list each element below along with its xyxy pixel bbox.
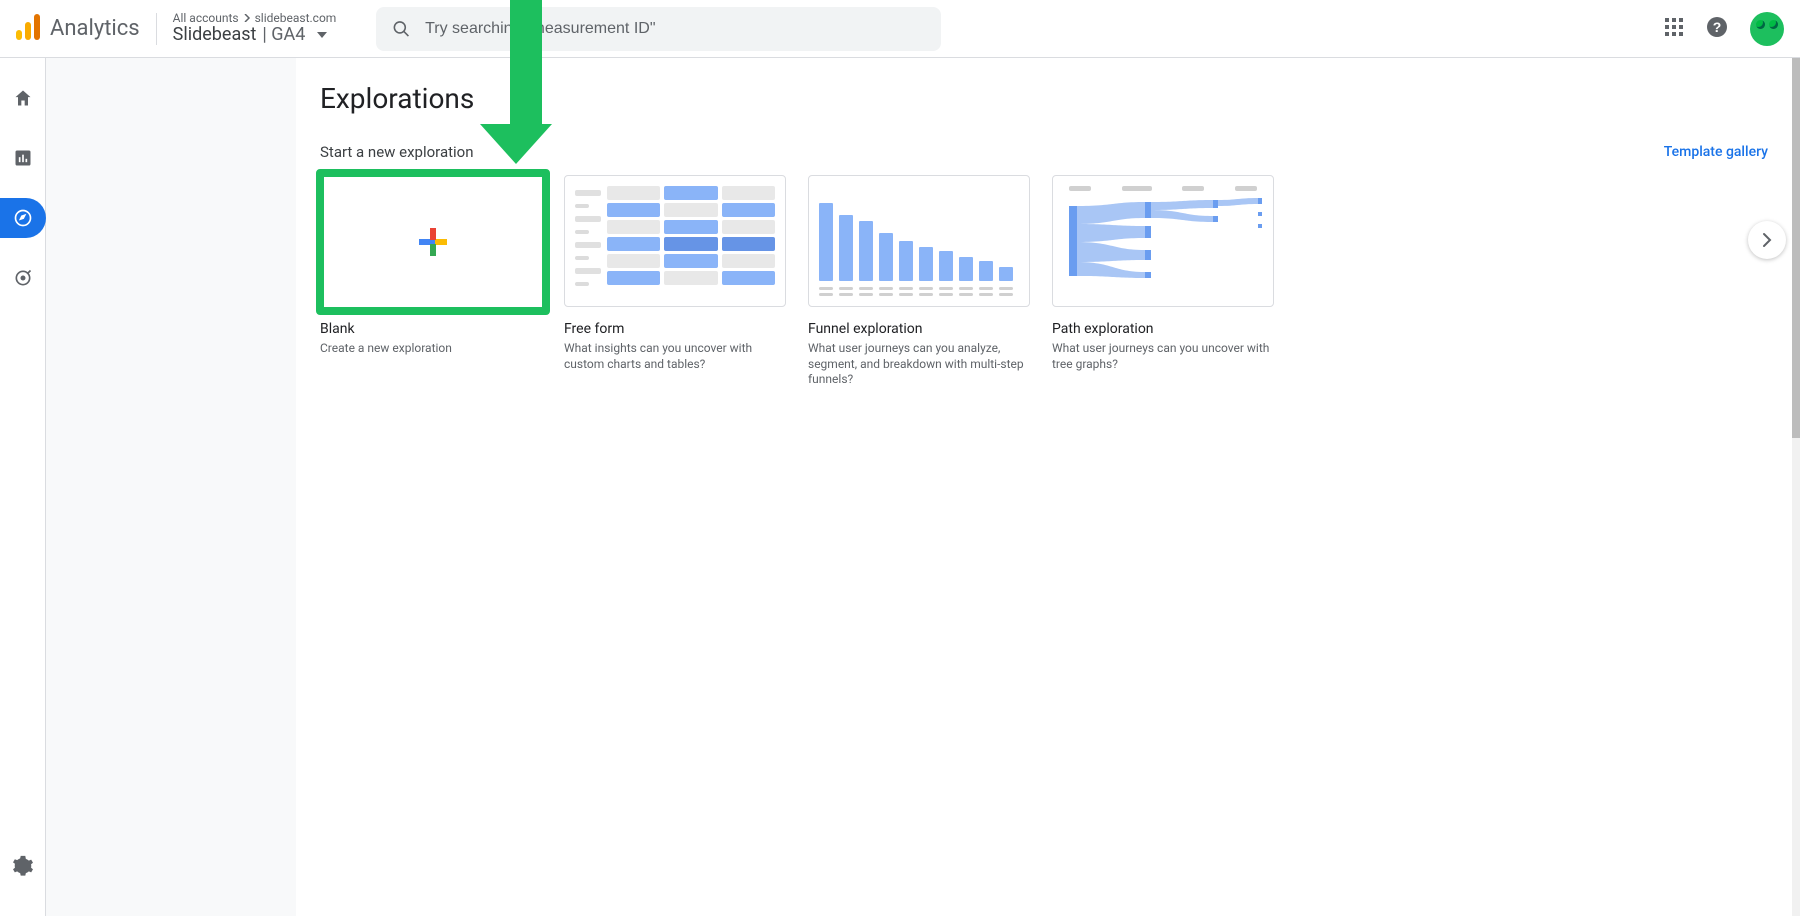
svg-text:?: ?: [1713, 19, 1722, 35]
app-title: Analytics: [50, 16, 140, 41]
header-actions: ?: [1664, 12, 1784, 46]
chevron-right-icon: [243, 14, 251, 22]
section-label: Start a new exploration: [320, 143, 474, 161]
template-desc: What user journeys can you uncover with …: [1052, 341, 1274, 372]
template-title: Blank: [320, 321, 542, 337]
template-thumb-funnel: [808, 175, 1030, 307]
left-nav-rail: [0, 58, 46, 916]
chevron-right-icon: [1759, 232, 1775, 248]
nav-advertising[interactable]: [0, 258, 46, 298]
search-bar[interactable]: [376, 7, 941, 51]
template-title: Free form: [564, 321, 786, 337]
nav-reports[interactable]: [0, 138, 46, 178]
breadcrumb-root: All accounts: [173, 12, 239, 24]
apps-icon[interactable]: [1664, 17, 1684, 41]
template-title: Path exploration: [1052, 321, 1274, 337]
app-header: Analytics All accounts slidebeast.com Sl…: [0, 0, 1800, 58]
template-thumb-blank: [316, 169, 550, 315]
main-area: Explorations Start a new exploration Tem…: [46, 58, 1800, 916]
breadcrumb-leaf: slidebeast.com: [255, 12, 337, 24]
template-card-funnel[interactable]: Funnel exploration What user journeys ca…: [808, 175, 1030, 388]
search-icon: [392, 19, 411, 39]
template-title: Funnel exploration: [808, 321, 1030, 337]
analytics-logo-icon: [16, 14, 40, 44]
template-card-blank[interactable]: Blank Create a new exploration: [320, 175, 542, 357]
search-input[interactable]: [425, 20, 925, 38]
property-name: Slidebeast: [173, 24, 257, 45]
explorations-panel: Explorations Start a new exploration Tem…: [296, 58, 1792, 916]
nav-home[interactable]: [0, 78, 46, 118]
template-gallery-link[interactable]: Template gallery: [1664, 144, 1768, 160]
template-desc: What user journeys can you analyze, segm…: [808, 341, 1030, 388]
app-logo-wrap[interactable]: Analytics: [16, 13, 157, 45]
nav-explore[interactable]: [0, 198, 46, 238]
template-thumb-path: [1052, 175, 1274, 307]
property-switcher[interactable]: All accounts slidebeast.com Slidebeast |…: [173, 12, 337, 45]
breadcrumb: All accounts slidebeast.com: [173, 12, 337, 24]
template-card-path[interactable]: Path exploration What user journeys can …: [1052, 175, 1274, 372]
nav-admin[interactable]: [0, 846, 46, 886]
carousel-next-button[interactable]: [1748, 221, 1786, 259]
scrollbar-track[interactable]: [1792, 58, 1800, 916]
template-card-free-form[interactable]: Free form What insights can you uncover …: [564, 175, 786, 372]
property-suffix: | GA4: [262, 24, 305, 45]
template-cards-row: Blank Create a new exploration: [320, 175, 1768, 388]
avatar[interactable]: [1750, 12, 1784, 46]
template-desc: What insights can you uncover with custo…: [564, 341, 786, 372]
chevron-down-icon: [317, 32, 327, 38]
plus-icon: [419, 228, 447, 256]
page-title: Explorations: [320, 82, 1768, 115]
template-desc: Create a new exploration: [320, 341, 542, 357]
help-icon[interactable]: ?: [1706, 16, 1728, 42]
scrollbar-thumb[interactable]: [1792, 58, 1800, 438]
template-thumb-free-form: [564, 175, 786, 307]
